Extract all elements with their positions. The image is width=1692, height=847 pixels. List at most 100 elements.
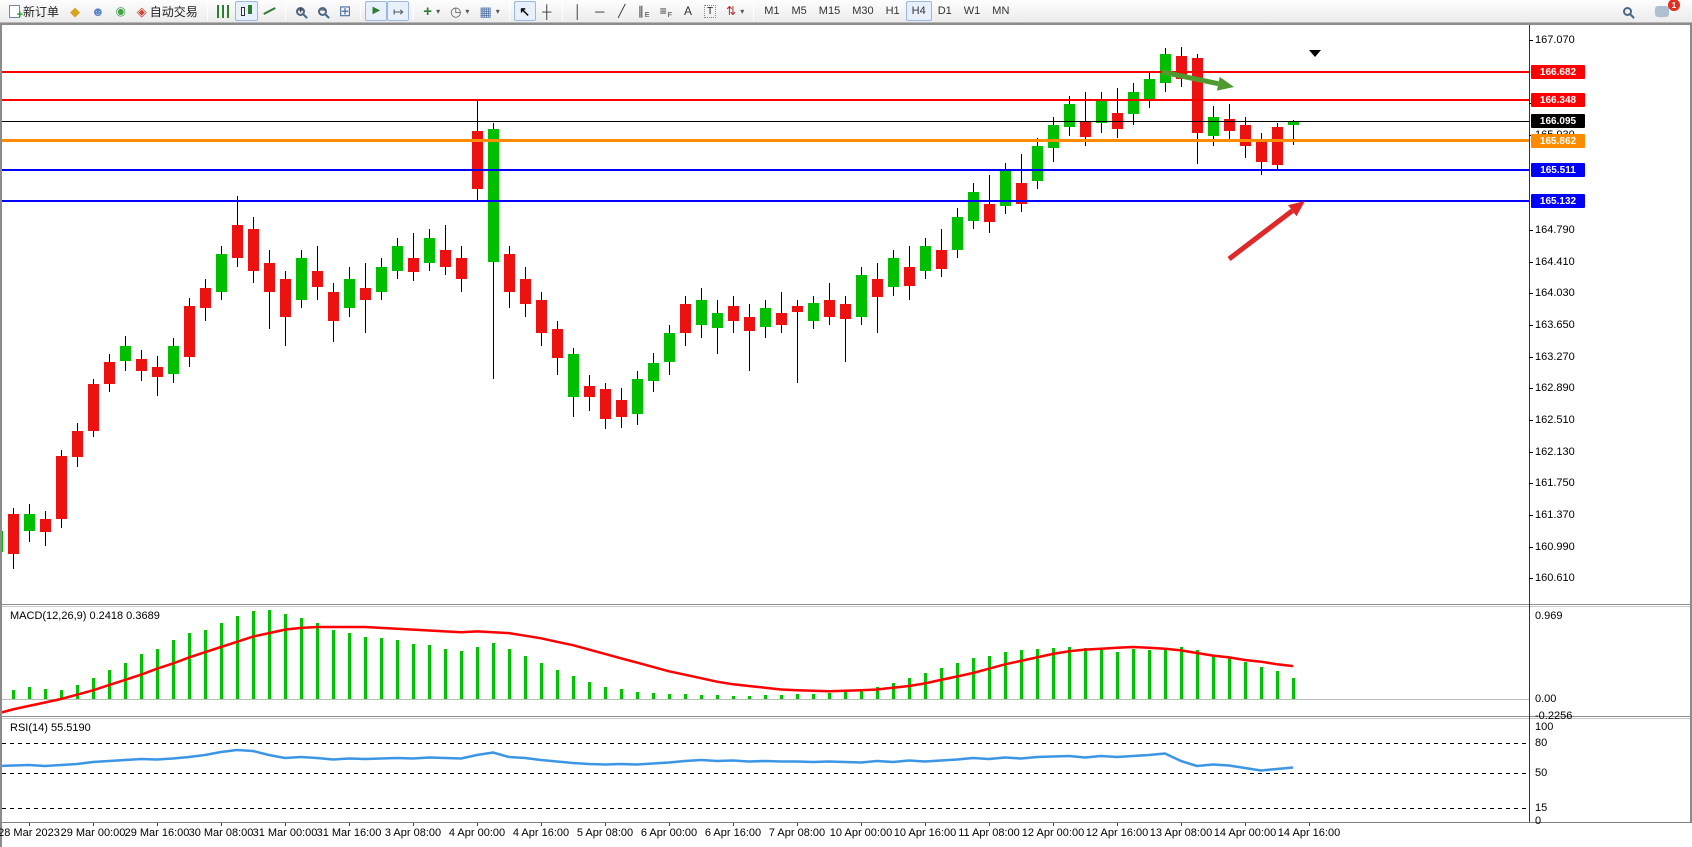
main-toolbar: +新订单◆☻◉◈自动交易+−⊞▶↦+▾◷▾▦▾↖┼│─╱∥E≡FAT⇅▾M1M5… <box>0 0 1692 23</box>
time-tick <box>925 823 926 826</box>
chat-button[interactable]: 1 <box>1650 1 1674 21</box>
arrows-button[interactable]: ⇅▾ <box>721 1 749 21</box>
zoom-out-button[interactable]: − <box>312 1 334 21</box>
chart-shift-icon: ↦ <box>393 5 404 18</box>
timeframe-mn-button[interactable]: MN <box>986 1 1015 21</box>
profile-icon: ☻ <box>91 5 105 18</box>
time-tick <box>1117 823 1118 826</box>
price-tick-label: 164.030 <box>1535 287 1575 299</box>
timeframe-h1-button[interactable]: H1 <box>880 1 906 21</box>
chart-shift-button[interactable]: ↦ <box>387 1 409 21</box>
timeframe-m5-button[interactable]: M5 <box>786 1 813 21</box>
horizontal-line-button[interactable]: ─ <box>589 1 611 21</box>
time-tick <box>797 823 798 826</box>
time-tick <box>541 823 542 826</box>
toolbar-separator <box>413 2 414 20</box>
pane-separator-1[interactable] <box>2 604 1690 607</box>
price-level-badge-165.132: 165.132 <box>1531 194 1585 208</box>
cursor-button[interactable]: ↖ <box>514 1 536 21</box>
templates-dropdown-icon[interactable]: ▾ <box>496 7 500 16</box>
indicators-button[interactable]: +▾ <box>418 1 445 21</box>
chart-shift-marker[interactable] <box>1309 50 1321 63</box>
vertical-line-button[interactable]: │ <box>567 1 589 21</box>
toolbar-right-icons: 1 <box>1616 1 1688 21</box>
rsi-line <box>2 750 1293 771</box>
time-tick <box>477 823 478 826</box>
time-tick <box>669 823 670 826</box>
search-button[interactable] <box>1616 1 1638 21</box>
arrows-dropdown-icon[interactable]: ▾ <box>740 7 744 16</box>
candlesticks-icon <box>240 4 253 19</box>
indicators-dropdown-icon[interactable]: ▾ <box>436 7 440 16</box>
time-axis-label: 11 Apr 08:00 <box>958 827 1020 839</box>
horizontal-line-icon: ─ <box>595 5 604 18</box>
new-order-label: 新订单 <box>23 3 59 20</box>
indicators-icon: + <box>423 4 432 19</box>
candlesticks-button[interactable] <box>235 1 258 21</box>
profile-button[interactable]: ☻ <box>86 1 110 21</box>
signal-button[interactable]: ◉ <box>110 1 132 21</box>
bar-chart-button[interactable] <box>212 1 235 21</box>
time-axis: 28 Mar 202329 Mar 00:0029 Mar 16:0030 Ma… <box>2 822 1692 847</box>
text-button[interactable]: A <box>677 1 699 21</box>
pane-separator-2[interactable] <box>2 716 1690 719</box>
toolbar-separator <box>562 2 563 20</box>
text-label-button[interactable]: T <box>699 1 721 21</box>
green-arrow-annotation[interactable] <box>1217 77 1234 91</box>
gold-button[interactable]: ◆ <box>64 1 86 21</box>
cursor-icon: ↖ <box>519 5 530 18</box>
price-level-badge-165.511: 165.511 <box>1531 163 1585 177</box>
time-axis-label: 29 Mar 16:00 <box>125 827 190 839</box>
price-tick <box>1529 515 1533 516</box>
text-icon: A <box>684 5 692 17</box>
tile-windows-button[interactable]: ⊞ <box>334 1 357 21</box>
timeframe-h4-button[interactable]: H4 <box>906 1 932 21</box>
price-tick <box>1529 388 1533 389</box>
time-tick <box>1245 823 1246 826</box>
periods-dropdown-icon[interactable]: ▾ <box>465 7 469 16</box>
rsi-tick-label: 80 <box>1535 737 1547 749</box>
line-chart-button[interactable] <box>258 1 281 21</box>
time-tick <box>733 823 734 826</box>
time-axis-label: 6 Apr 16:00 <box>705 827 761 839</box>
gold-icon: ◆ <box>70 5 80 18</box>
fibonacci-button[interactable]: ≡F <box>655 1 677 21</box>
new-order-button[interactable]: +新订单 <box>4 1 64 21</box>
auto-scroll-button[interactable]: ▶ <box>365 1 387 21</box>
price-tick-label: 160.610 <box>1535 572 1575 584</box>
macd-indicator-pane[interactable]: MACD(12,26,9) 0.2418 0.3689 <box>2 607 1529 716</box>
time-tick <box>29 823 30 826</box>
price-tick-label: 162.130 <box>1535 446 1575 458</box>
price-tick-label: 161.750 <box>1535 477 1575 489</box>
timeframe-m30-button[interactable]: M30 <box>846 1 879 21</box>
trendline-icon: ╱ <box>618 5 625 17</box>
price-tick-label: 164.790 <box>1535 224 1575 236</box>
time-axis-label: 10 Apr 16:00 <box>894 827 956 839</box>
rsi-indicator-pane[interactable]: RSI(14) 55.5190 <box>2 719 1529 822</box>
time-tick <box>1309 823 1310 826</box>
price-level-badge-165.862: 165.862 <box>1531 134 1585 148</box>
vertical-line-icon: │ <box>574 5 582 18</box>
rsi-tick-label: 50 <box>1535 767 1547 779</box>
fibonacci-sub-label: F <box>668 12 672 19</box>
auto-trading-button[interactable]: ◈自动交易 <box>132 1 203 21</box>
timeframe-m15-button[interactable]: M15 <box>813 1 846 21</box>
price-tick-label: 162.510 <box>1535 414 1575 426</box>
templates-button[interactable]: ▦▾ <box>474 1 504 21</box>
price-tick <box>1529 547 1533 548</box>
timeframe-w1-button[interactable]: W1 <box>958 1 987 21</box>
equidistant-channel-icon: ∥ <box>638 5 644 17</box>
chart-window[interactable]: ▼ GBPJPY-,H4 166.052 166.110 165.815 166… <box>0 23 1692 847</box>
price-tick <box>1529 578 1533 579</box>
timeframe-m1-button[interactable]: M1 <box>758 1 785 21</box>
macd-tick-label: 0.00 <box>1535 693 1556 705</box>
time-axis-label: 3 Apr 08:00 <box>385 827 441 839</box>
zoom-in-button[interactable]: + <box>290 1 312 21</box>
equidistant-channel-button[interactable]: ∥E <box>633 1 655 21</box>
trendline-button[interactable]: ╱ <box>611 1 633 21</box>
price-chart-pane[interactable] <box>2 27 1529 604</box>
crosshair-button[interactable]: ┼ <box>536 1 558 21</box>
periods-button[interactable]: ◷▾ <box>445 1 474 21</box>
timeframe-d1-button[interactable]: D1 <box>932 1 958 21</box>
auto-scroll-icon: ▶ <box>372 6 380 16</box>
